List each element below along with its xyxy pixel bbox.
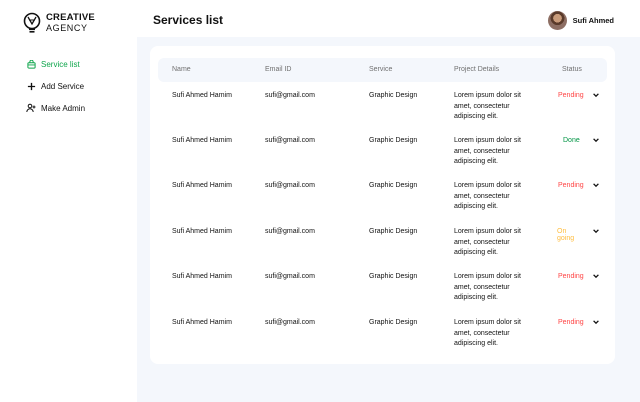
chevron-down-icon: [593, 138, 599, 143]
brand-name-line2: AGENCY: [46, 23, 88, 33]
cell-service: Graphic Design: [369, 273, 418, 280]
column-header-project-details: Project Details: [454, 66, 500, 73]
brand-name-line1: CREATIVE: [46, 12, 95, 23]
cell-service: Graphic Design: [369, 228, 418, 235]
column-header-name: Name: [172, 66, 191, 73]
cell-email: sufi@gmail.com: [265, 182, 315, 189]
cell-email: sufi@gmail.com: [265, 137, 315, 144]
column-header-email: Email ID: [265, 66, 292, 73]
cell-name: Sufi Ahmed Hamim: [172, 137, 232, 144]
avatar: [547, 11, 567, 30]
column-header-service: Service: [369, 66, 393, 73]
user-menu[interactable]: Sufi Ahmed: [547, 11, 614, 30]
cell-project-details: Lorem ipsum dolor sit amet, consectetur …: [454, 182, 521, 210]
table-row: Sufi Ahmed Hamim sufi@gmail.com Graphic De…: [0, 137, 640, 177]
sidebar-item-label: Add Service: [41, 81, 85, 91]
bag-icon: [26, 59, 36, 69]
cell-project-details: Lorem ipsum dolor sit amet, consectetur …: [454, 228, 521, 256]
status-badge: On going: [557, 228, 575, 242]
cell-service: Graphic Design: [369, 182, 418, 189]
status-badge: Pending: [558, 319, 584, 326]
cell-project-details: Lorem ipsum dolor sit amet, consectetur …: [454, 273, 521, 301]
status-badge: Pending: [558, 182, 584, 189]
column-header-status: Status: [562, 66, 582, 73]
cell-name: Sufi Ahmed Hamim: [172, 92, 232, 99]
table-row: Sufi Ahmed Hamim sufi@gmail.com Graphic De…: [0, 273, 640, 313]
cell-name: Sufi Ahmed Hamim: [172, 182, 232, 189]
cell-project-details: Lorem ipsum dolor sit amet, consectetur …: [454, 92, 521, 120]
status-badge: Done: [563, 137, 580, 144]
cell-name: Sufi Ahmed Hamim: [172, 228, 232, 235]
sidebar-item-add-service[interactable]: Add Service: [26, 79, 85, 93]
brand[interactable]: CREATIVE AGENCY: [22, 12, 95, 34]
user-name: Sufi Ahmed: [572, 16, 614, 25]
chevron-down-icon: [593, 274, 599, 279]
cell-service: Graphic Design: [369, 137, 418, 144]
table-row: Sufi Ahmed Hamim sufi@gmail.com Graphic De…: [0, 182, 640, 222]
sidebar-item-service-list[interactable]: Service list: [26, 57, 85, 71]
chevron-down-icon: [593, 93, 599, 98]
cell-project-details: Lorem ipsum dolor sit amet, consectetur …: [454, 137, 521, 165]
cell-email: sufi@gmail.com: [265, 319, 315, 326]
cell-email: sufi@gmail.com: [265, 228, 315, 235]
table-row: Sufi Ahmed Hamim sufi@gmail.com Graphic De…: [0, 319, 640, 359]
cell-service: Graphic Design: [369, 92, 418, 99]
chevron-down-icon: [593, 320, 599, 325]
sidebar-item-label: Service list: [41, 59, 80, 69]
cell-name: Sufi Ahmed Hamim: [172, 319, 232, 326]
cell-email: sufi@gmail.com: [265, 92, 315, 99]
cell-email: sufi@gmail.com: [265, 273, 315, 280]
plus-icon: [26, 81, 36, 91]
cell-project-details: Lorem ipsum dolor sit amet, consectetur …: [454, 319, 521, 347]
status-badge: Pending: [558, 273, 584, 280]
table-row: Sufi Ahmed Hamim sufi@gmail.com Graphic De…: [0, 228, 640, 268]
status-badge: Pending: [558, 92, 584, 99]
chevron-down-icon: [593, 183, 599, 188]
table-row: Sufi Ahmed Hamim sufi@gmail.com Graphic De…: [0, 92, 640, 132]
cell-name: Sufi Ahmed Hamim: [172, 273, 232, 280]
chevron-down-icon: [593, 229, 599, 234]
page-title: Services list: [153, 13, 224, 27]
lightbulb-logo-icon: [23, 12, 41, 33]
cell-service: Graphic Design: [369, 319, 418, 326]
